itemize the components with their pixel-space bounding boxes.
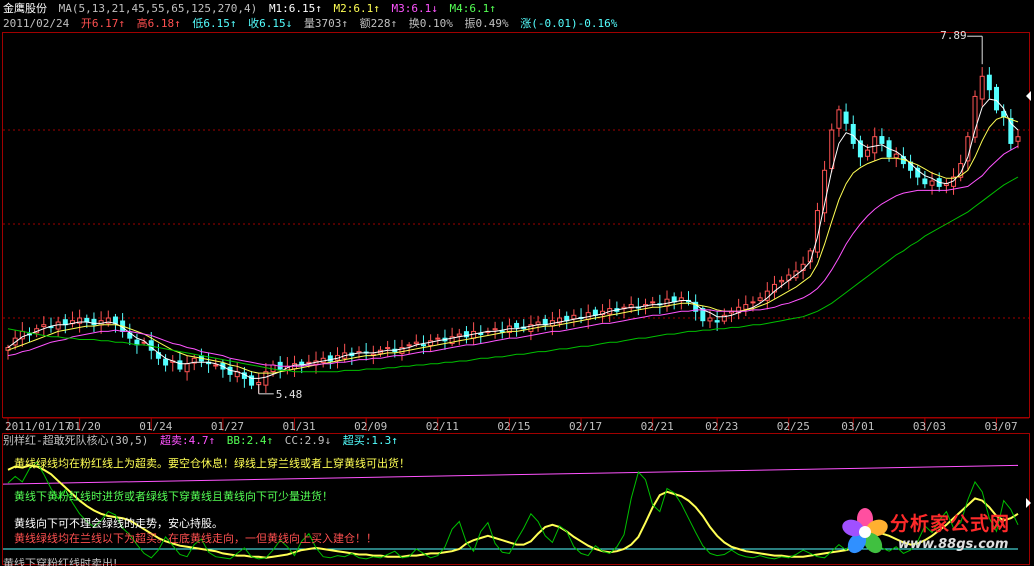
candle-body (177, 360, 183, 370)
candle-body (385, 347, 391, 350)
candle-body (850, 123, 856, 144)
candle-body (184, 363, 190, 373)
candle-body (743, 304, 749, 310)
x-tick-label: 03/03 (913, 420, 946, 433)
candle-body (478, 333, 484, 336)
indicator-cc: CC:2.9↓ (284, 434, 332, 447)
x-tick-label: 02/09 (354, 420, 387, 433)
candle-body (84, 317, 90, 323)
note-line-4: 黄线绿线均在兰线以下为超买。在底黄线走向，一但黄线向上买入建仓！！ (14, 532, 377, 545)
x-tick-label: 03/01 (841, 420, 874, 433)
site-logo: 分析家公式网 www.88gs.com (838, 503, 1030, 561)
candle-body (650, 301, 656, 304)
candle-body (41, 324, 47, 328)
candle-body (492, 328, 498, 331)
candle-body (836, 109, 842, 129)
indicator-bb: BB:2.4↑ (226, 434, 274, 447)
candle-body (893, 153, 899, 159)
ma-line (7, 98, 1019, 379)
candle-body (420, 344, 426, 347)
candle-body (822, 169, 828, 214)
indicator-name: 别样红-超敢死队核心(30,5) (3, 434, 149, 447)
x-tick-label: 01/24 (139, 420, 172, 433)
candle-body (872, 136, 878, 154)
x-tick-label: 01/31 (283, 420, 316, 433)
x-tick-label: 02/17 (569, 420, 602, 433)
candle-body (435, 337, 441, 340)
candle-body (922, 178, 928, 185)
candle-body (499, 330, 505, 333)
indicator-chaomai2: 超买:1.3↑ (342, 434, 398, 447)
candle-body (986, 74, 992, 91)
flower-logo-icon (842, 508, 888, 554)
candle-body (843, 111, 849, 124)
candle-body (456, 333, 462, 337)
candle-body (163, 358, 169, 366)
candle-body (829, 129, 835, 170)
candle-body (535, 321, 541, 325)
candle-body (1015, 136, 1021, 142)
note-line-3: 黄线向下可不理会绿线的走势，安心持股。 (14, 517, 223, 530)
candle-body (994, 86, 1000, 111)
logo-title: 分析家公式网 (890, 513, 1011, 535)
candle-body (263, 371, 269, 386)
x-tick-label: 02/25 (777, 420, 810, 433)
candle-body (750, 301, 756, 304)
candle-body (55, 321, 61, 330)
candle-body (213, 364, 219, 367)
x-tick-label: 03/07 (985, 420, 1018, 433)
candle-body (91, 318, 97, 326)
candle-body (865, 149, 871, 157)
candle-body (714, 320, 720, 323)
chart-canvas[interactable]: 7.89 5.48 2011/01/1701/20 01/24 01/27 01/31 02… (0, 0, 1034, 565)
logo-url: www.88gs.com (898, 537, 1009, 552)
note-line-1: 黄线绿线均在粉红线上为超卖。要空仓休息！绿线上穿兰线或者上穿黄线可出货！ (14, 457, 410, 470)
candle-body (413, 341, 419, 345)
x-tick-label: 02/11 (426, 420, 459, 433)
x-tick-label: 2011/01/17 (5, 420, 71, 433)
candle-body (514, 322, 520, 328)
x-tick-label: 01/20 (68, 420, 101, 433)
candle-body (406, 344, 412, 347)
candle-body (112, 316, 118, 324)
candle-body (707, 317, 713, 322)
candle-body (929, 180, 935, 186)
low-price-label: 5.48 (276, 388, 303, 401)
price-marker-icon (1026, 91, 1031, 101)
candle-body (757, 297, 763, 301)
x-tick-label: 01/27 (211, 420, 244, 433)
candle-body (1008, 117, 1014, 144)
x-tick-label: 02/15 (497, 420, 530, 433)
x-tick-label: 02/23 (705, 420, 738, 433)
ma-line (7, 145, 1019, 367)
candle-body (879, 136, 885, 144)
candle-body (542, 318, 548, 326)
note-line-2: 黄线下黄粉红线时进货或者绿线下穿黄线且黄线向下可少量进货！ (14, 490, 333, 503)
candle-body (979, 75, 985, 100)
high-price-label: 7.89 (940, 29, 967, 42)
indicator-chaomai: 超卖:4.7↑ (159, 434, 216, 447)
candle-body (571, 314, 577, 320)
candle-body (779, 279, 785, 283)
indicator-header: 别样红-超敢死队核心(30,5) 超卖:4.7↑ BB:2.4↑ CC:2.9↓… (3, 434, 403, 448)
x-tick-label: 02/21 (641, 420, 674, 433)
